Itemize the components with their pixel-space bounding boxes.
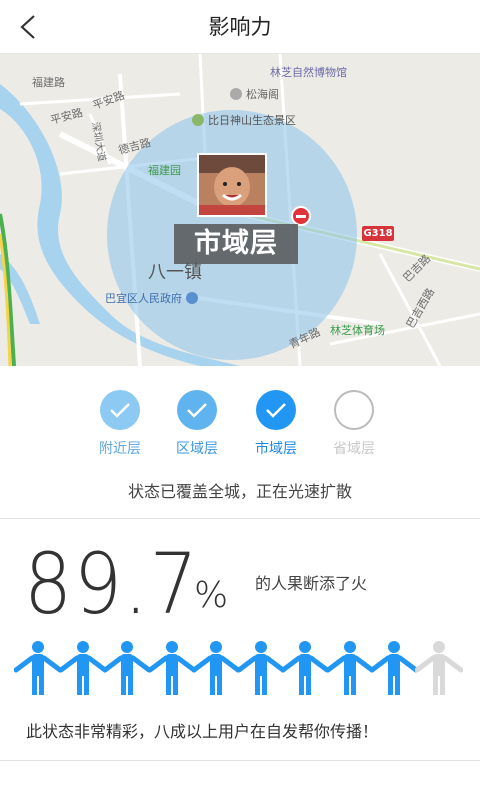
divider bbox=[0, 518, 480, 519]
map-view[interactable]: 福建路 平安路 平安路 深圳大道 德吉路 巴吉路 巴吉西路 青年路 八一镇 林芝… bbox=[0, 54, 480, 366]
percent-unit: % bbox=[194, 575, 229, 616]
level-label: 省域层 bbox=[333, 441, 375, 457]
highway-sign: G318 bbox=[362, 226, 394, 241]
divider bbox=[0, 760, 480, 761]
level-step-nearby[interactable]: 附近层 bbox=[80, 390, 160, 458]
percent-number: 89.7 bbox=[24, 535, 200, 633]
nav-header: 影响力 bbox=[0, 0, 480, 54]
no-entry-icon bbox=[291, 206, 311, 226]
person-icon bbox=[414, 640, 463, 696]
person-icon bbox=[102, 640, 152, 696]
person-icon bbox=[369, 640, 419, 696]
level-steps: 附近层 区域层 市域层 省域层 bbox=[0, 390, 480, 460]
poi-bidi[interactable]: 比日神山生态景区 bbox=[192, 112, 296, 128]
people-row bbox=[13, 640, 466, 700]
check-icon bbox=[100, 390, 140, 430]
level-step-city[interactable]: 市域层 bbox=[236, 390, 316, 458]
level-label: 市域层 bbox=[255, 441, 297, 457]
level-step-region[interactable]: 区域层 bbox=[157, 390, 237, 458]
empty-circle-icon bbox=[334, 390, 374, 430]
person-icon bbox=[280, 640, 330, 696]
stats-description: 的人果断添了火 bbox=[255, 574, 368, 593]
person-icon bbox=[325, 640, 374, 696]
map-label: 福建路 bbox=[32, 76, 65, 89]
poi-songhai[interactable]: 松海阁 bbox=[230, 86, 279, 102]
poi-fujianyuan[interactable]: 福建园 bbox=[148, 162, 181, 178]
poi-icon bbox=[186, 292, 198, 304]
poi-icon bbox=[230, 88, 242, 100]
user-avatar[interactable] bbox=[197, 153, 267, 217]
poi-icon bbox=[192, 114, 204, 126]
level-label: 附近层 bbox=[99, 441, 141, 457]
check-icon bbox=[256, 390, 296, 430]
poi-museum[interactable]: 林芝自然博物馆 bbox=[270, 64, 347, 80]
footer-text: 此状态非常精彩，八成以上用户在自发帮你传播！ bbox=[26, 722, 379, 741]
person-icon bbox=[191, 640, 241, 696]
level-step-province[interactable]: 省域层 bbox=[314, 390, 394, 458]
poi-gov[interactable]: 巴宜区人民政府 bbox=[105, 290, 202, 306]
avatar-image bbox=[199, 155, 265, 215]
person-icon bbox=[236, 640, 285, 696]
person-icon bbox=[58, 640, 107, 696]
person-icon bbox=[13, 640, 63, 696]
poi-stadium[interactable]: 林芝体育场 bbox=[330, 322, 385, 338]
person-icon bbox=[147, 640, 196, 696]
level-tag: 市域层 bbox=[174, 224, 298, 264]
status-text: 状态已覆盖全城，正在光速扩散 bbox=[127, 482, 352, 501]
check-icon bbox=[177, 390, 217, 430]
level-label: 区域层 bbox=[176, 441, 218, 457]
page-title: 影响力 bbox=[208, 15, 272, 39]
